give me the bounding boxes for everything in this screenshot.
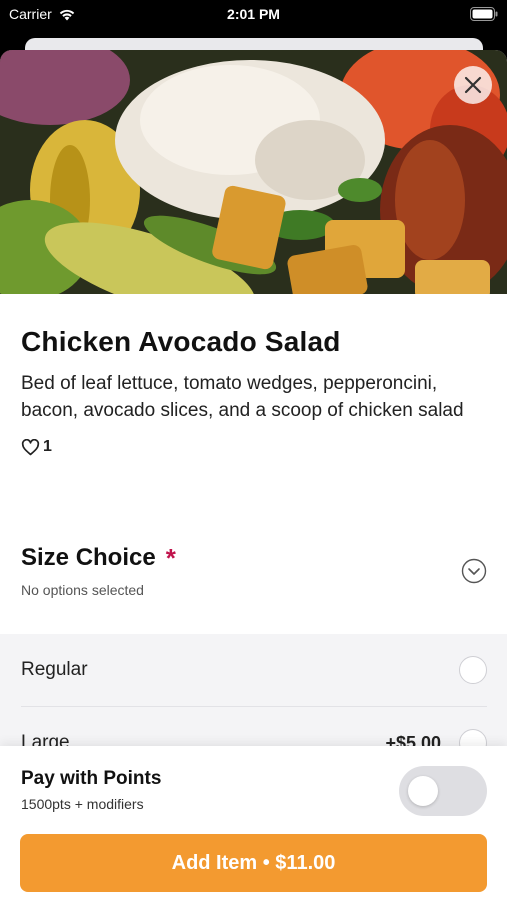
like-count: 1 — [43, 438, 52, 455]
size-choice-header[interactable]: Size Choice * No options selected — [21, 544, 487, 604]
like-control[interactable]: 1 — [21, 438, 487, 456]
close-icon — [464, 76, 482, 94]
item-info: Chicken Avocado Salad Bed of leaf lettuc… — [21, 326, 487, 456]
size-choice-title-row: Size Choice * — [21, 544, 487, 572]
status-bar: Carrier 2:01 PM — [0, 0, 507, 30]
option-radio[interactable] — [459, 656, 487, 684]
item-detail-sheet: Chicken Avocado Salad Bed of leaf lettuc… — [0, 50, 507, 900]
salad-photo-icon — [0, 50, 507, 294]
close-button[interactable] — [454, 66, 492, 104]
points-info: Pay with Points 1500pts + modifiers — [21, 768, 161, 812]
item-title: Chicken Avocado Salad — [21, 326, 341, 357]
size-options-list: Regular Large +$5.00 — [0, 634, 507, 757]
points-title: Pay with Points — [21, 768, 162, 789]
option-regular[interactable]: Regular — [21, 634, 487, 707]
option-label: Regular — [21, 659, 88, 680]
pay-with-points-toggle[interactable] — [399, 766, 487, 816]
points-subtitle: 1500pts + modifiers — [21, 796, 144, 812]
item-photo — [0, 50, 507, 294]
battery-icon — [470, 7, 498, 21]
add-item-button[interactable]: Add Item • $11.00 — [20, 834, 487, 892]
checkout-footer: Pay with Points 1500pts + modifiers Add … — [0, 746, 507, 900]
status-time: 2:01 PM — [227, 6, 280, 22]
size-choice-title: Size Choice — [21, 544, 156, 571]
toggle-knob — [408, 776, 438, 806]
required-indicator: * — [165, 543, 176, 573]
heart-icon[interactable] — [21, 438, 40, 456]
option-right — [441, 656, 487, 684]
chevron-down-icon[interactable] — [461, 558, 487, 584]
size-choice-status: No options selected — [21, 582, 144, 598]
item-description: Bed of leaf lettuce, tomato wedges, pepp… — [21, 373, 464, 421]
